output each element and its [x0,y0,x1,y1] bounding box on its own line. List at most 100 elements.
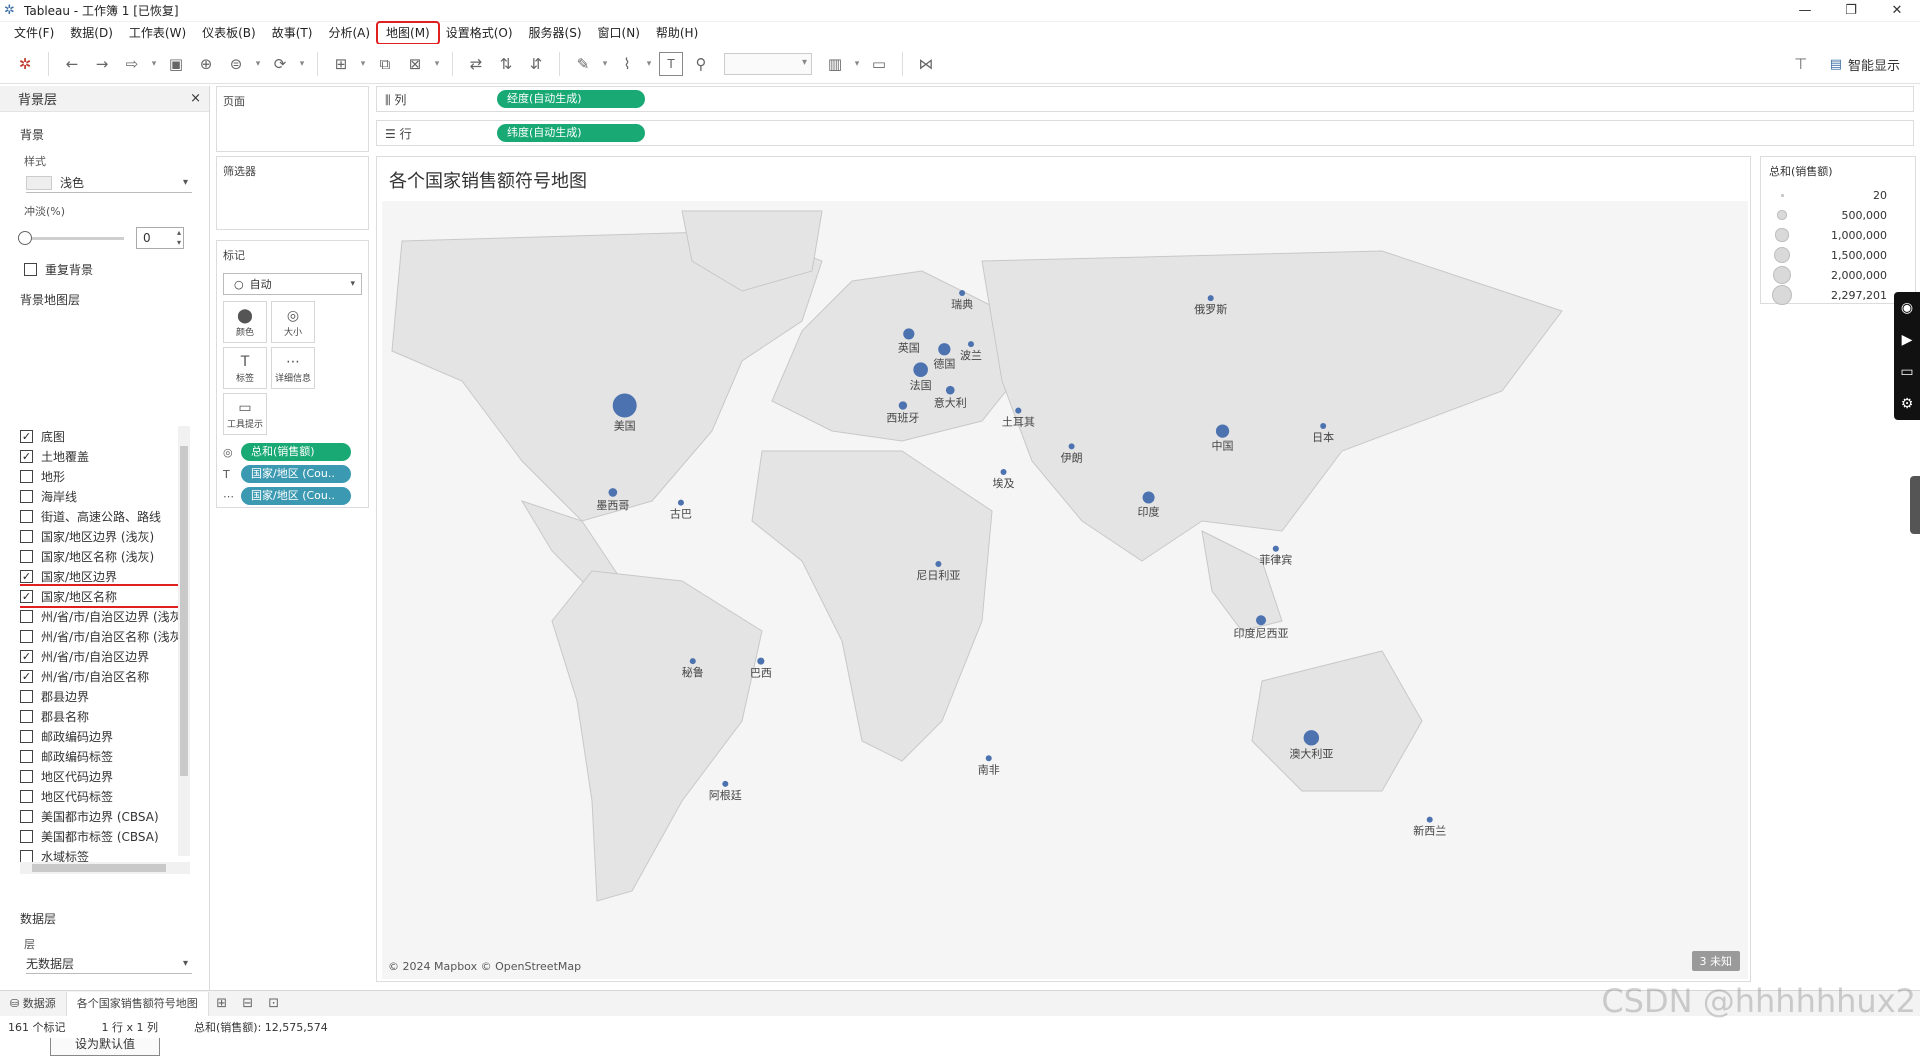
sales-symbol[interactable] [1426,816,1433,823]
menu-item-8[interactable]: 服务器(S) [521,23,590,43]
layer-checkbox[interactable]: ✓ 州/省/市/自治区名称 [20,666,190,686]
gear-icon[interactable]: ⚙ [1901,396,1914,412]
mark-pill[interactable]: 国家/地区 (Cou.. [241,465,351,483]
side-handle[interactable] [1910,476,1920,534]
sales-symbol[interactable] [677,499,684,506]
new-sheet-icon[interactable]: ⊞ [329,52,353,76]
sales-symbol[interactable] [938,343,951,356]
map-area[interactable]: 美国 墨西哥 巴西 法国 德国 英国 意大利 西班牙 中国 印度 印度尼西亚 澳大利亚 日本 菲律宾 俄罗斯… [382,201,1748,979]
layer-checkbox[interactable]: 郡县名称 [20,706,190,726]
new-dashboard-icon[interactable]: ⊟ [235,996,261,1011]
mark-pill[interactable]: 总和(销售额) [241,443,351,461]
layer-checkbox[interactable]: ✓ 州/省/市/自治区边界 [20,646,190,666]
new-worksheet-icon[interactable]: ⊞ [209,996,235,1011]
save-icon[interactable]: ▣ [164,52,188,76]
share-icon[interactable]: ⋈ [914,52,938,76]
sales-symbol[interactable] [1068,443,1075,450]
sales-symbol[interactable] [1303,730,1320,746]
chevron-down-icon[interactable]: ▾ [296,52,308,76]
columns-pill[interactable]: 经度(自动生成) [497,90,645,108]
restore-icon[interactable]: ❐ [1828,0,1874,22]
sales-symbol[interactable] [1142,491,1155,504]
pin-icon[interactable]: ⚲ [689,52,713,76]
mark-button[interactable]: ◎ 大小 [271,301,315,343]
layer-checkbox[interactable]: 地区代码边界 [20,766,190,786]
refresh-icon[interactable]: ⟳ [268,52,292,76]
sales-symbol[interactable] [1256,615,1267,626]
layer-checkbox[interactable]: 海岸线 [20,486,190,506]
menu-item-2[interactable]: 工作表(W) [121,23,194,43]
menu-item-9[interactable]: 窗口(N) [590,23,648,43]
sales-symbol[interactable] [1207,295,1214,302]
replay-icon[interactable]: ⇨ [120,52,144,76]
chevron-down-icon[interactable]: ▾ [431,52,443,76]
layer-checkbox[interactable]: ✓ 底图 [20,426,190,446]
chevron-down-icon[interactable]: ▾ [643,52,655,76]
redo-icon[interactable]: → [90,52,114,76]
highlight-icon[interactable]: ✎ [571,52,595,76]
show-cards-icon[interactable]: ▥ [823,52,847,76]
pin-workbook-icon[interactable]: ⊤ [1789,52,1813,76]
clear-sheet-icon[interactable]: ⊠ [403,52,427,76]
repeat-background-checkbox[interactable]: 重复背景 [24,259,209,279]
duplicate-sheet-icon[interactable]: ⧉ [373,52,397,76]
world-map[interactable]: 美国墨西哥巴西 法国德国英国意大利西班牙中国印度印度尼西亚澳大利亚 日本菲律宾 俄罗斯… [382,201,1748,979]
new-datasource-icon[interactable]: ⊕ [194,52,218,76]
sales-symbol[interactable] [1000,468,1007,475]
sales-symbol[interactable] [898,401,908,410]
sales-symbol[interactable] [1320,422,1327,429]
layer-checkbox[interactable]: 街道、高速公路、路线 [20,506,190,526]
chevron-down-icon[interactable]: ▾ [252,52,264,76]
close-icon[interactable]: × [190,91,201,106]
sort-asc-icon[interactable]: ⇅ [494,52,518,76]
layer-checkbox[interactable]: 国家/地区名称 (浅灰) [20,546,190,566]
show-labels-icon[interactable]: T [659,51,683,76]
camera-icon[interactable]: ◉ [1901,300,1913,316]
layer-checkbox[interactable]: 美国都市标签 (CBSA) [20,826,190,846]
layer-checkbox[interactable]: 州/省/市/自治区名称 (浅灰) [20,626,190,646]
menu-item-1[interactable]: 数据(D) [62,23,121,43]
mark-button[interactable]: ⬤ 颜色 [223,301,267,343]
layer-checkbox[interactable]: ✓ 土地覆盖 [20,446,190,466]
layer-checkbox[interactable]: 州/省/市/自治区边界 (浅灰) [20,606,190,626]
tab-datasource[interactable]: ⛁ 数据源 [0,991,67,1016]
slider-thumb[interactable] [18,230,32,245]
mark-type-dropdown[interactable]: ○ 自动 [223,273,362,295]
sales-symbol[interactable] [913,362,928,378]
layer-checkbox[interactable]: 国家/地区边界 (浅灰) [20,526,190,546]
sort-desc-icon[interactable]: ⇵ [524,52,548,76]
group-icon[interactable]: ⌇ [615,52,639,76]
layer-checkbox[interactable]: 美国都市边界 (CBSA) [20,806,190,826]
sales-symbol[interactable] [959,290,966,297]
chevron-down-icon[interactable]: ▾ [357,52,369,76]
window-icon[interactable]: ▭ [1900,364,1913,380]
layer-checkbox[interactable]: ✓ 国家/地区名称 [20,584,184,608]
scroll-thumb[interactable] [32,864,166,872]
pause-update-icon[interactable]: ⊜ [224,52,248,76]
layer-checkbox[interactable]: ✓ 国家/地区边界 [20,566,190,586]
mark-button[interactable]: ⋯ 详细信息 [271,347,315,389]
unknown-indicator[interactable]: 3 未知 [1691,951,1740,971]
menu-item-10[interactable]: 帮助(H) [648,23,706,43]
menu-item-7[interactable]: 设置格式(O) [438,23,521,43]
sales-symbol[interactable] [945,385,955,395]
layers-horizontal-scrollbar[interactable] [20,862,190,874]
chevron-down-icon[interactable]: ▾ [599,52,611,76]
layers-vertical-scrollbar[interactable] [178,426,190,856]
sales-symbol[interactable] [1215,424,1230,438]
menu-item-6[interactable]: 地图(M) [376,21,440,45]
new-story-icon[interactable]: ⊡ [261,996,287,1011]
menu-item-3[interactable]: 仪表板(B) [194,23,264,43]
layer-checkbox[interactable]: 邮政编码边界 [20,726,190,746]
menu-item-0[interactable]: 文件(F) [6,23,62,43]
layer-checkbox[interactable]: 邮政编码标签 [20,746,190,766]
scroll-thumb[interactable] [180,446,188,776]
sales-symbol[interactable] [903,328,915,340]
chevron-down-icon[interactable]: ▾ [851,52,863,76]
smart-show-button[interactable]: ▤ 智能显示 [1830,55,1900,74]
fit-dropdown[interactable] [724,52,812,75]
mark-pill[interactable]: 国家/地区 (Cou.. [241,487,351,505]
sales-symbol[interactable] [612,393,637,418]
mark-button[interactable]: T 标签 [223,347,267,389]
undo-icon[interactable]: ← [60,52,84,76]
